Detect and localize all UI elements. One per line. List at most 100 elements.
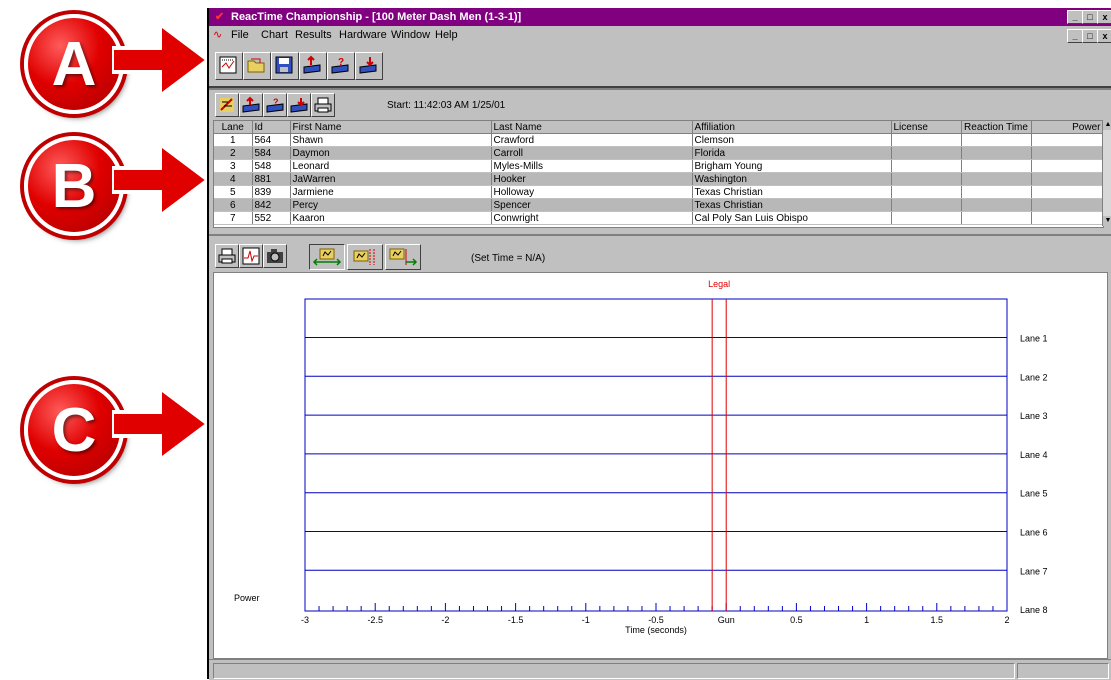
scroll-down-arrow[interactable]: ▼ [1103,216,1111,226]
menu-help[interactable]: Help [435,26,458,44]
save-disk-icon [275,56,293,74]
chart-window-button[interactable] [215,52,243,80]
menu-file[interactable]: File [231,26,249,44]
cell-license [891,133,962,147]
cell-id: 842 [252,198,291,212]
zoom-shift-icon [389,248,418,266]
cell-affiliation: Washington [692,172,892,186]
cell-reaction-time [961,159,1032,173]
cell-affiliation: Clemson [692,133,892,147]
close-button[interactable]: x [1097,10,1111,24]
x-tick-label: -3 [301,615,309,625]
results-export-button[interactable] [239,93,263,117]
import-down-icon [359,57,377,74]
chart-print-button[interactable] [215,244,239,268]
col-first-name[interactable]: First Name [290,121,492,134]
doc-minimize-button[interactable]: _ [1067,29,1083,43]
cell-lane: 4 [214,172,253,186]
col-affiliation[interactable]: Affiliation [692,121,892,134]
export-button[interactable] [299,52,327,80]
cell-id: 552 [252,211,291,225]
col-reaction-time[interactable]: Reaction Time [961,121,1032,134]
col-last-name[interactable]: Last Name [491,121,693,134]
table-row[interactable]: 3 548 Leonard Myles-Mills Brigham Young [214,159,1103,173]
x-tick-label: -2.5 [367,615,383,625]
document-icon[interactable]: ∿ [213,26,222,44]
minimize-button[interactable]: _ [1067,10,1083,24]
menu-window[interactable]: Window [391,26,430,44]
col-license[interactable]: License [891,121,962,134]
table-row[interactable]: 6 842 Percy Spencer Texas Christian [214,198,1103,212]
status-panel-right [1017,663,1109,679]
lane-label: Lane 4 [1020,450,1048,460]
table-row[interactable]: 4 881 JaWarren Hooker Washington [214,172,1103,186]
results-import-button[interactable] [287,93,311,117]
cell-reaction-time [961,172,1032,186]
import-button[interactable] [355,52,383,80]
callout-c-letter: C [51,395,97,465]
title-bar[interactable]: ✔ ReacTime Championship - [100 Meter Das… [209,8,1111,26]
table-row[interactable]: 5 839 Jarmiene Holloway Texas Christian [214,185,1103,199]
col-id[interactable]: Id [252,121,291,134]
zoom-expand-button[interactable] [309,244,345,270]
open-button[interactable] [243,52,271,80]
cell-first-name: Shawn [290,133,492,147]
doc-close-button[interactable]: x [1097,29,1111,43]
table-row[interactable]: 7 552 Kaaron Conwright Cal Poly San Luis Obi… [214,211,1103,225]
chart-panel: (Set Time = N/A) Lane 1 Lane 2 Lane 3 Lane … [209,234,1111,661]
export-up-icon [242,96,260,113]
maximize-button[interactable]: □ [1082,10,1098,24]
doc-maximize-button[interactable]: □ [1082,29,1098,43]
printer-icon [218,248,236,264]
save-button[interactable] [271,52,299,80]
lane-label: Lane 2 [1020,372,1048,382]
lane-label: Lane 6 [1020,528,1048,538]
waveform-icon [242,247,260,265]
lane-label: Lane 7 [1020,566,1048,576]
help-button[interactable]: ? [327,52,355,80]
results-scrollbar[interactable]: ▲ ▼ [1102,120,1111,226]
results-grid[interactable]: Lane Id First Name Last Name Affiliation… [213,120,1104,228]
cell-id: 564 [252,133,291,147]
cell-power [1031,185,1103,199]
zoom-expand-icon [312,248,342,266]
chart-camera-button[interactable] [263,244,287,268]
col-lane[interactable]: Lane [214,121,253,134]
results-edit-button[interactable] [215,93,239,117]
scroll-up-arrow[interactable]: ▲ [1103,120,1111,130]
callout-b-letter: B [51,151,97,221]
table-row[interactable]: 1 564 Shawn Crawford Clemson [214,133,1103,147]
x-tick-label: -1 [582,615,590,625]
results-print-button[interactable] [311,93,335,117]
callout-a-letter: A [51,29,97,99]
x-tick-label: Gun [718,615,735,625]
cell-lane: 5 [214,185,253,199]
cell-first-name: Percy [290,198,492,212]
zoom-shift-button[interactable] [385,244,421,270]
cell-power [1031,198,1103,212]
cell-license [891,159,962,173]
menu-hardware[interactable]: Hardware [339,26,387,44]
chart-waveform-button[interactable] [239,244,263,268]
x-tick-label: 2 [1004,615,1009,625]
cell-last-name: Holloway [491,185,693,199]
results-help-button[interactable]: ? [263,93,287,117]
cell-lane: 7 [214,211,253,225]
edit-list-icon [220,98,234,112]
cell-lane: 2 [214,146,253,160]
cell-power [1031,159,1103,173]
cell-first-name: Leonard [290,159,492,173]
cell-last-name: Spencer [491,198,693,212]
menu-results[interactable]: Results [295,26,332,44]
main-toolbar: ? [209,44,1111,88]
cell-id: 839 [252,185,291,199]
cell-affiliation: Brigham Young [692,159,892,173]
zoom-legal-button[interactable] [347,244,383,270]
col-power[interactable]: Power [1031,121,1103,134]
menu-chart[interactable]: Chart [261,26,288,44]
table-row[interactable]: 2 584 Daymon Carroll Florida [214,146,1103,160]
help-query-icon: ? [331,57,349,74]
cell-lane: 1 [214,133,253,147]
x-tick-label: -1.5 [508,615,524,625]
callout-c-arrow [112,384,212,464]
